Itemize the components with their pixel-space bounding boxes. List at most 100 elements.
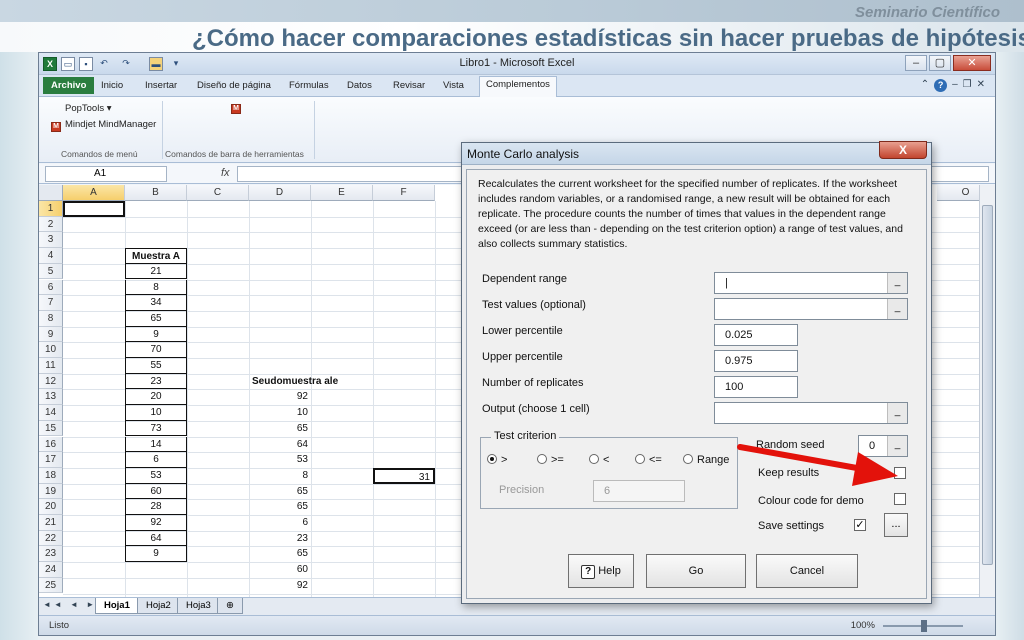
tab-datos[interactable]: Datos	[341, 78, 378, 93]
row-header[interactable]: 8	[39, 310, 63, 327]
muestra-value-cell[interactable]: 8	[125, 279, 187, 296]
column-header[interactable]: C	[187, 185, 249, 201]
column-header[interactable]: D	[249, 185, 311, 201]
column-header[interactable]: E	[311, 185, 373, 201]
row-header[interactable]: 21	[39, 515, 63, 531]
row-header[interactable]: 13	[39, 389, 63, 406]
sheet-tab-hoja1[interactable]: Hoja1	[95, 598, 139, 614]
close-button[interactable]: ✕	[953, 55, 991, 71]
row-header[interactable]: 20	[39, 499, 63, 515]
tab-complementos[interactable]: Complementos	[479, 76, 557, 97]
row-header[interactable]: 5	[39, 263, 63, 280]
row-header[interactable]: 16	[39, 436, 63, 453]
radio-gte[interactable]: >=	[537, 454, 564, 466]
tab-vista[interactable]: Vista	[437, 78, 470, 93]
seudo-value-cell[interactable]: 65	[249, 421, 311, 437]
muestra-value-cell[interactable]: 70	[125, 342, 187, 358]
save-settings-checkbox[interactable]: ✓	[854, 519, 866, 531]
seudo-value-cell[interactable]: 6	[249, 515, 311, 531]
muestra-value-cell[interactable]: 60	[125, 483, 187, 500]
keep-results-checkbox[interactable]	[894, 467, 906, 479]
upper-percentile-input[interactable]: 0.975	[714, 350, 798, 372]
test-values-picker-button[interactable]: _	[887, 299, 907, 319]
radio-gte-dot[interactable]	[537, 454, 547, 464]
column-header[interactable]: B	[125, 185, 187, 201]
row-header[interactable]: 2	[39, 216, 63, 233]
radio-lt[interactable]: <	[589, 454, 609, 466]
row-header[interactable]: 25	[39, 577, 63, 594]
row-header[interactable]: 11	[39, 358, 63, 374]
radio-lt-dot[interactable]	[589, 454, 599, 464]
row-header[interactable]: 4	[39, 248, 63, 264]
row-header[interactable]: 12	[39, 373, 63, 390]
muestra-value-cell[interactable]: 23	[125, 373, 187, 390]
muestra-value-cell[interactable]: 6	[125, 452, 187, 468]
muestra-value-cell[interactable]: 65	[125, 310, 187, 327]
dependent-range-input[interactable]: |	[714, 272, 908, 294]
test-values-input[interactable]	[714, 298, 908, 320]
seudo-header-cell[interactable]: Seudomuestra ale	[249, 374, 373, 390]
cancel-button[interactable]: Cancel	[756, 554, 858, 588]
minimize-button[interactable]: –	[905, 55, 927, 71]
row-header[interactable]: 10	[39, 342, 63, 358]
column-header[interactable]: A	[63, 185, 125, 201]
seudo-value-cell[interactable]: 8	[249, 468, 311, 484]
fx-icon[interactable]: fx	[221, 167, 230, 179]
row-header[interactable]: 15	[39, 420, 63, 437]
seudo-value-cell[interactable]: 92	[249, 389, 311, 405]
muestra-value-cell[interactable]: 64	[125, 530, 187, 547]
poptools-menu[interactable]: PopTools ▾	[65, 103, 112, 114]
seudo-value-cell[interactable]: 53	[249, 452, 311, 468]
go-button[interactable]: Go	[646, 554, 746, 588]
muestra-value-cell[interactable]: 9	[125, 546, 187, 563]
ribbon-collapse-icon[interactable]: ⌃	[921, 79, 929, 92]
mindjet-toolbar-button[interactable]: M	[231, 101, 245, 114]
radio-lte-dot[interactable]	[635, 454, 645, 464]
muestra-value-cell[interactable]: 34	[125, 295, 187, 311]
column-header[interactable]: F	[373, 185, 435, 201]
row-header[interactable]: 18	[39, 467, 63, 484]
vertical-scrollbar[interactable]	[979, 185, 995, 597]
radio-gt[interactable]: >	[487, 454, 507, 466]
seudo-value-cell[interactable]: 65	[249, 499, 311, 515]
workbook-minimize-icon[interactable]: –	[952, 79, 958, 92]
muestra-value-cell[interactable]: 14	[125, 436, 187, 453]
select-all-corner[interactable]	[39, 185, 63, 201]
insert-sheet-icon[interactable]: ⊕	[217, 598, 243, 614]
tab-formulas[interactable]: Fórmulas	[283, 78, 335, 93]
scroll-thumb[interactable]	[982, 205, 993, 565]
result-cell[interactable]: 31	[373, 467, 435, 484]
row-header[interactable]: 17	[39, 452, 63, 468]
zoom-level[interactable]: 100%	[851, 620, 875, 631]
muestra-header-cell[interactable]: Muestra A	[125, 248, 187, 264]
name-box[interactable]: A1	[45, 166, 167, 182]
workbook-restore-icon[interactable]: ❐	[963, 79, 972, 92]
row-header[interactable]: 23	[39, 546, 63, 563]
seudo-value-cell[interactable]: 10	[249, 405, 311, 421]
dialog-close-button[interactable]: X	[879, 141, 927, 159]
help-button[interactable]: ? Help	[568, 554, 634, 588]
replicates-input[interactable]: 100	[714, 376, 798, 398]
output-input[interactable]	[714, 402, 908, 424]
seudo-value-cell[interactable]: 60	[249, 562, 311, 578]
lower-percentile-input[interactable]: 0.025	[714, 324, 798, 346]
row-header[interactable]: 7	[39, 295, 63, 311]
row-header[interactable]: 24	[39, 562, 63, 578]
muestra-value-cell[interactable]: 92	[125, 515, 187, 531]
tab-archivo[interactable]: Archivo	[43, 77, 95, 94]
output-picker-button[interactable]: _	[887, 403, 907, 423]
seudo-value-cell[interactable]: 23	[249, 531, 311, 547]
radio-lte[interactable]: <=	[635, 454, 662, 466]
seudo-value-cell[interactable]: 65	[249, 546, 311, 562]
row-header[interactable]: 22	[39, 530, 63, 547]
help-icon[interactable]: ?	[934, 79, 948, 92]
sheet-tab-hoja3[interactable]: Hoja3	[177, 598, 220, 614]
radio-range[interactable]: Range	[683, 454, 729, 466]
dependent-range-picker-button[interactable]: _	[887, 273, 907, 293]
muestra-value-cell[interactable]: 10	[125, 405, 187, 421]
muestra-value-cell[interactable]: 9	[125, 326, 187, 343]
tab-inicio[interactable]: Inicio	[95, 78, 129, 93]
muestra-value-cell[interactable]: 28	[125, 499, 187, 515]
tab-revisar[interactable]: Revisar	[387, 78, 431, 93]
mindjet-menu[interactable]: M Mindjet MindManager	[51, 119, 156, 132]
